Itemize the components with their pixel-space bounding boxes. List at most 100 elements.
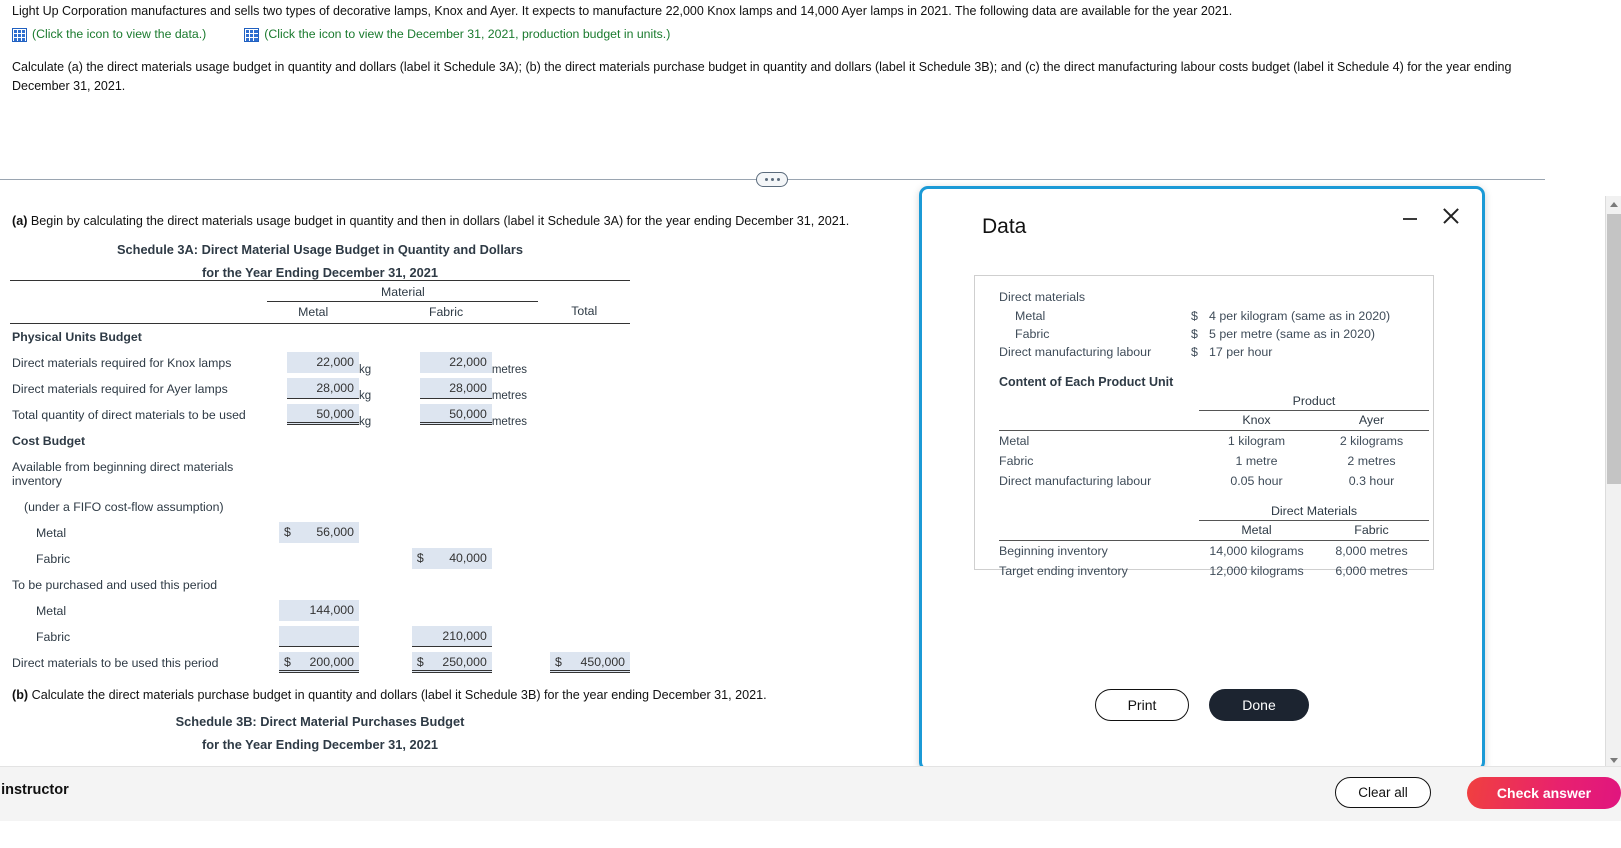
currency-symbol: $ (416, 655, 424, 669)
data-modal: Data Direct materials Metal $ 4 per kilo… (919, 186, 1485, 771)
unit-knox-metal: kg (358, 363, 372, 376)
section-cost-budget: Cost Budget (10, 428, 630, 454)
scrollbar-thumb[interactable] (1607, 214, 1621, 484)
table-grid-icon[interactable] (12, 28, 27, 43)
row-label-purchase-metal: Metal (36, 603, 67, 618)
rate-value-labour: 17 per hour (1209, 345, 1273, 359)
product-content-table: Product Knox Ayer Metal 1 kilogram 2 kil… (999, 391, 1429, 491)
data-card: Direct materials Metal $ 4 per kilogram … (974, 275, 1434, 578)
input-dm-used-total[interactable]: $450,000 (550, 652, 630, 673)
value: 200,000 (309, 655, 354, 669)
unit-knox-fabric: metres (491, 363, 527, 376)
part-a-text: Begin by calculating the direct material… (27, 214, 850, 228)
view-data-link[interactable]: (Click the icon to view the data.) (12, 26, 206, 44)
product-column-ayer: Ayer (1314, 410, 1429, 431)
panel-divider (0, 172, 1545, 187)
scroll-up-arrow-icon[interactable] (1606, 196, 1621, 212)
table-grid-icon[interactable] (244, 28, 260, 43)
page-scrollbar[interactable] (1605, 196, 1621, 768)
direct-materials-inventory-table: Direct Materials Metal Fabric Beginning … (999, 501, 1429, 581)
materials-beginning-fabric: 8,000 metres (1335, 544, 1408, 558)
materials-column-metal: Metal (1199, 520, 1314, 541)
input-total-fabric[interactable]: 50,000 (419, 404, 492, 425)
schedule-3a-subtitle: for the Year Ending December 31, 2021 (202, 265, 438, 280)
table-row-to-be-purchased: To be purchased and used this period (10, 572, 630, 598)
table-row-purchase-fabric: Fabric 210,000 (10, 624, 630, 650)
problem-statement-text: Light Up Corporation manufactures and se… (12, 4, 1233, 18)
rate-label-labour: Direct manufacturing labour (999, 345, 1152, 359)
bottom-white-strip (0, 821, 1621, 848)
view-data-link-label[interactable]: (Click the icon to view the data.) (32, 26, 206, 44)
clear-all-button[interactable]: Clear all (1335, 777, 1431, 808)
column-header-fabric: Fabric (400, 301, 492, 324)
divider-collapse-handle[interactable] (756, 172, 788, 187)
rate-label-metal: Metal (1015, 309, 1046, 323)
table-row-total-quantity: Total quantity of direct materials to be… (10, 402, 630, 428)
check-answer-button[interactable]: Check answer (1467, 777, 1621, 809)
input-purchase-fabric[interactable]: 210,000 (411, 626, 492, 647)
product-column-header-row: Knox Ayer (999, 410, 1429, 431)
input-knox-fabric[interactable]: 22,000 (419, 352, 492, 373)
schedule-3a-block: Schedule 3A: Direct Material Usage Budge… (10, 242, 630, 676)
row-label-avail-metal: Metal (36, 525, 67, 540)
product-row-ayer-metal: 2 kilograms (1339, 434, 1404, 448)
input-purchase-metal[interactable]: 144,000 (278, 600, 359, 621)
product-row-label-metal: Metal (999, 434, 1030, 448)
materials-beginning-metal: 14,000 kilograms (1209, 544, 1304, 558)
direct-materials-heading: Direct materials (999, 290, 1086, 304)
exercise-page: Light Up Corporation manufactures and se… (0, 0, 1621, 848)
materials-column-fabric: Fabric (1314, 520, 1429, 541)
input-dm-used-metal[interactable]: $200,000 (278, 652, 359, 673)
table-row: Target ending inventory 12,000 kilograms… (999, 561, 1429, 581)
input-avail-fabric[interactable]: $40,000 (411, 548, 492, 569)
part-b-text: Calculate the direct materials purchase … (28, 687, 767, 702)
bottom-action-bar: k my instructor Clear all Check answer (0, 766, 1621, 821)
print-button[interactable]: Print (1095, 689, 1189, 721)
materials-target-fabric: 6,000 metres (1335, 564, 1408, 578)
product-group-header: Product (1199, 391, 1429, 411)
value: 250,000 (442, 655, 487, 669)
unit-ayer-metal: kg (358, 389, 372, 402)
input-ayer-fabric[interactable]: 28,000 (419, 378, 492, 399)
row-label-dm-used: Direct materials to be used this period (12, 655, 219, 670)
materials-group-header: Direct Materials (1199, 501, 1429, 521)
close-icon[interactable] (1438, 203, 1464, 229)
value: 56,000 (316, 525, 354, 539)
currency-symbol: $ (555, 655, 562, 669)
input-avail-metal[interactable]: $56,000 (278, 522, 359, 543)
dot (770, 178, 774, 181)
input-dm-used-fabric[interactable]: $250,000 (411, 652, 492, 673)
table-row-ayer: Direct materials required for Ayer lamps… (10, 376, 630, 402)
modal-title: Data (982, 215, 1027, 238)
product-row-knox-metal: 1 kilogram (1227, 434, 1286, 448)
product-row-ayer-labour: 0.3 hour (1348, 474, 1395, 488)
table-row-knox: Direct materials required for Knox lamps… (10, 350, 630, 376)
rate-row-metal: Metal $ 4 per kilogram (same as in 2020) (991, 307, 1417, 325)
rate-row-fabric: Fabric $ 5 per metre (same as in 2020) (991, 325, 1417, 343)
input-total-metal[interactable]: 50,000 (286, 404, 359, 425)
schedule-3b-block: Schedule 3B: Direct Material Purchases B… (10, 714, 630, 752)
product-row-ayer-fabric: 2 metres (1347, 454, 1396, 468)
currency-symbol: $ (1191, 309, 1198, 323)
input-knox-metal[interactable]: 22,000 (286, 352, 359, 373)
row-label-purchase-fabric: Fabric (36, 629, 71, 644)
schedule-3b-subtitle: for the Year Ending December 31, 2021 (202, 736, 438, 752)
schedule-3a-title: Schedule 3A: Direct Material Usage Budge… (116, 242, 524, 257)
section-label-cost: Cost Budget (12, 433, 86, 448)
table-row: Beginning inventory 14,000 kilograms 8,0… (999, 541, 1429, 562)
value: 40,000 (449, 551, 487, 565)
ask-my-instructor-link[interactable]: k my instructor (0, 782, 69, 798)
input-ayer-metal[interactable]: 28,000 (286, 378, 359, 399)
currency-symbol: $ (416, 551, 424, 565)
column-header-total: Total (538, 301, 630, 324)
row-label-to-be-purchased: To be purchased and used this period (12, 577, 218, 592)
product-group-row: Product (999, 391, 1429, 411)
metal-subtotal-rule (278, 626, 359, 647)
done-button[interactable]: Done (1209, 689, 1309, 721)
view-production-budget-link[interactable]: (Click the icon to view the December 31,… (244, 26, 670, 44)
content-section-title: Content of Each Product Unit (999, 375, 1174, 389)
table-row-purchase-metal: Metal 144,000 (10, 598, 630, 624)
table-row-avail-metal: Metal $56,000 (10, 520, 630, 546)
minimize-icon[interactable] (1400, 209, 1420, 229)
view-production-budget-link-label[interactable]: (Click the icon to view the December 31,… (264, 26, 670, 44)
